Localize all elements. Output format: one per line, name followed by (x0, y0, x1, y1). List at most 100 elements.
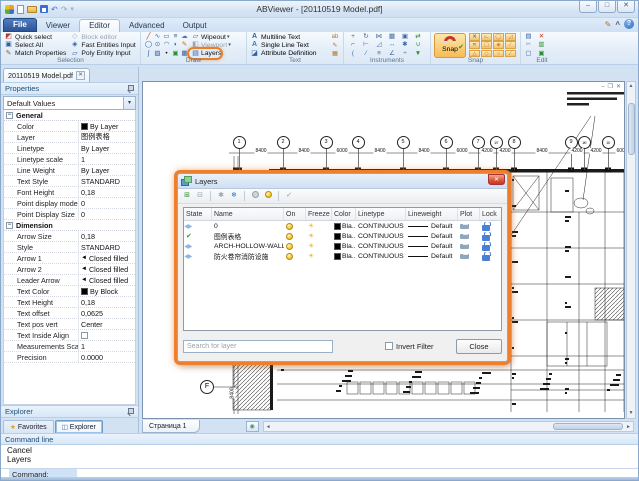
layer-color-swatch[interactable] (334, 253, 341, 260)
layer-row[interactable]: ✔图例表格☀Bla...CONTINUOUSDefault (184, 231, 501, 241)
join-icon[interactable]: ∪ (412, 41, 424, 49)
document-tab-close-icon[interactable]: ✕ (76, 71, 85, 80)
column-header-name[interactable]: Name (212, 208, 284, 220)
layer-plot-icon[interactable] (460, 224, 469, 229)
stretch-icon[interactable]: ↔ (386, 41, 398, 49)
snap-endpoint-icon[interactable]: ▢ (481, 41, 492, 49)
property-row[interactable]: Text pos vertCenter (4, 319, 135, 330)
property-row[interactable]: Font Height0,18 (4, 187, 135, 198)
new-file-icon[interactable] (17, 5, 24, 14)
close-button[interactable]: ✕ (617, 1, 635, 13)
property-value[interactable]: ◄Closed filled (78, 264, 135, 274)
layer-row[interactable]: ◆防火卷帘消防设施☀Bla...CONTINUOUSDefault (184, 251, 501, 261)
layer-lock-icon[interactable] (482, 245, 490, 251)
layer-linetype[interactable]: CONTINUOUS (358, 233, 404, 240)
layer-lock-icon[interactable] (482, 235, 490, 241)
mdi-restore-icon[interactable]: ❐ (608, 83, 613, 91)
property-row[interactable]: Arrow Size0,18 (4, 231, 135, 242)
app-logo-icon[interactable] (5, 5, 14, 14)
circle-icon[interactable]: ◯ (144, 41, 153, 49)
open-file-icon[interactable] (27, 6, 37, 13)
property-row[interactable]: Layer图例表格 (4, 132, 135, 143)
rotate-icon[interactable]: ↻ (360, 33, 372, 41)
ellipse-icon[interactable]: ⊙ (153, 41, 162, 49)
layer-linetype[interactable]: CONTINUOUS (358, 223, 404, 230)
help-icon[interactable]: ? (624, 19, 634, 29)
set-current-layer-icon[interactable]: ✓ (284, 191, 294, 201)
select-all-button[interactable]: ▣Select All (4, 41, 66, 49)
property-row[interactable]: LinetypeBy Layer (4, 143, 135, 154)
tab-editor[interactable]: Editor (79, 19, 120, 32)
layer-freeze-icon[interactable]: ☀ (308, 243, 314, 250)
redo-icon[interactable]: ↷ (61, 5, 68, 14)
snap-tangent-icon[interactable]: △ (469, 50, 480, 58)
property-row[interactable]: Line WeightBy Layer (4, 165, 135, 176)
property-row[interactable]: Linetype scale1 (4, 154, 135, 165)
wipeout-button[interactable]: ▱ Wipeout ▾ (191, 33, 229, 41)
cut-icon[interactable]: ✂ (524, 41, 533, 49)
snap-button[interactable]: ✔ Snap (434, 33, 466, 58)
layer-off-icon[interactable] (250, 191, 260, 202)
layers-close-button[interactable]: Close (456, 339, 502, 354)
layer-on-icon[interactable] (286, 233, 293, 240)
property-category[interactable]: −General (4, 110, 135, 121)
property-value[interactable]: 0 (78, 209, 135, 219)
revision-cloud-icon[interactable]: ☁ (180, 33, 189, 41)
property-value[interactable]: 0,18 (78, 297, 135, 307)
add-layer-icon[interactable]: ⊞ (182, 191, 192, 201)
save-file-icon[interactable] (40, 5, 48, 13)
scroll-up-icon[interactable]: ▲ (629, 82, 634, 91)
array-icon[interactable]: ▦ (386, 33, 398, 41)
thaw-layer-icon[interactable]: ✱ (216, 191, 226, 201)
layer-freeze-icon[interactable]: ☀ (308, 223, 314, 230)
layer-lineweight[interactable]: Default (431, 253, 453, 260)
collapse-icon[interactable]: − (6, 112, 13, 119)
property-value[interactable]: 1 (78, 341, 135, 351)
layer-linetype[interactable]: CONTINUOUS (358, 253, 404, 260)
rectangle-icon[interactable]: ▭ (162, 33, 171, 41)
collapse-icon[interactable]: − (6, 222, 13, 229)
layers-dialog-close-icon[interactable]: ✕ (488, 174, 505, 185)
checkbox-unchecked[interactable] (81, 332, 88, 339)
pin-icon[interactable] (127, 408, 134, 415)
copy-icon[interactable]: ▤ (524, 33, 533, 41)
property-value[interactable]: 0.0000 (78, 352, 135, 362)
snap-midpoint-icon[interactable]: ≍ (469, 41, 480, 49)
property-category[interactable]: −Dimension (4, 220, 135, 231)
offset-icon[interactable]: ⇄ (412, 33, 424, 41)
column-header-freeze[interactable]: Freeze (306, 208, 332, 220)
property-row[interactable]: Arrow 2◄Closed filled (4, 264, 135, 275)
style-pencil-icon[interactable]: ✎ (605, 20, 612, 29)
vertical-scrollbar[interactable]: ▲ ▼ (626, 81, 636, 419)
undo-icon[interactable]: ↶ (51, 5, 58, 14)
horizontal-scroll-thumb[interactable] (553, 423, 623, 430)
scroll-right-icon[interactable]: ► (624, 424, 633, 430)
layer-color-swatch[interactable] (334, 233, 341, 240)
single-line-text-button[interactable]: ASingle Line Text✎ (250, 41, 340, 49)
invert-filter-checkbox[interactable] (385, 342, 393, 350)
property-row[interactable]: Precision0.0000 (4, 352, 135, 363)
property-row[interactable]: Arrow 1◄Closed filled (4, 253, 135, 264)
layer-color-swatch[interactable] (334, 243, 341, 250)
property-value[interactable]: 0,0625 (78, 308, 135, 318)
column-header-plot[interactable]: Plot (458, 208, 480, 220)
layers-dialog-titlebar[interactable]: Layers ✕ (178, 174, 507, 189)
pin-icon[interactable] (127, 85, 134, 92)
layer-color-swatch[interactable] (334, 223, 341, 230)
property-value[interactable]: ◄Closed filled (78, 275, 135, 285)
freeze-layer-icon[interactable]: ❄ (229, 191, 239, 201)
scale-icon[interactable]: ◿ (373, 41, 385, 49)
layer-on-icon[interactable] (286, 223, 293, 230)
snap-center-icon[interactable]: ◯ (493, 33, 504, 41)
property-row[interactable]: Measurements Scale1 (4, 341, 135, 352)
document-tab[interactable]: 20110519 Model.pdf ✕ (3, 68, 90, 82)
layer-on-icon[interactable] (286, 243, 293, 250)
snap-nearest-icon[interactable]: ○ (493, 50, 504, 58)
property-row[interactable]: Text StyleSTANDARD (4, 176, 135, 187)
property-row[interactable]: StyleSTANDARD (4, 242, 135, 253)
mirror-icon[interactable]: ⋈ (373, 33, 385, 41)
extend-icon[interactable]: ⊢ (360, 41, 372, 49)
layer-linetype[interactable]: CONTINUOUS (358, 243, 404, 250)
block-editor-button[interactable]: ◇Block editor (70, 33, 135, 41)
page-tab[interactable]: Страница 1 (142, 420, 200, 433)
